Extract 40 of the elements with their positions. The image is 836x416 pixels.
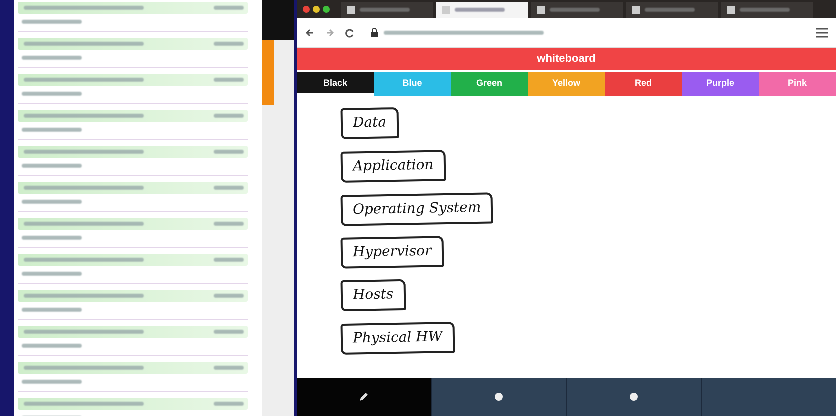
- back-icon[interactable]: [305, 28, 315, 38]
- handwritten-label: Hypervisor: [340, 236, 444, 269]
- browser-tab[interactable]: [531, 2, 623, 18]
- color-button[interactable]: Yellow: [528, 72, 605, 96]
- blurred-text-drawing: [22, 236, 82, 240]
- app-title: whiteboard: [297, 48, 836, 70]
- color-button[interactable]: Blue: [374, 72, 451, 96]
- handwritten-label: Physical HW: [340, 322, 455, 355]
- blurred-text-drawing: [22, 92, 82, 96]
- close-icon[interactable]: [303, 6, 310, 12]
- reload-icon[interactable]: [345, 28, 355, 38]
- blurred-text-drawing: [22, 164, 82, 168]
- color-button[interactable]: Purple: [682, 72, 759, 96]
- blurred-text-drawing: [22, 56, 82, 60]
- maximize-icon[interactable]: [323, 6, 330, 12]
- color-button[interactable]: Pink: [759, 72, 836, 96]
- menu-icon[interactable]: [816, 28, 828, 38]
- color-button[interactable]: Black: [297, 72, 374, 96]
- minimize-icon[interactable]: [313, 6, 320, 12]
- blurred-text-drawing: [22, 344, 82, 348]
- lock-icon: [371, 28, 378, 37]
- blurred-text-drawing: [22, 128, 82, 132]
- blurred-text-drawing: [22, 272, 82, 276]
- color-button[interactable]: Green: [451, 72, 528, 96]
- handwritten-label: Hosts: [340, 279, 406, 312]
- blurred-text-drawing: [22, 20, 82, 24]
- color-button[interactable]: Red: [605, 72, 682, 96]
- blurred-text-drawing: [22, 200, 82, 204]
- browser-tab[interactable]: [341, 2, 433, 18]
- blurred-text-drawing: [22, 308, 82, 312]
- blurred-text-drawing: [22, 380, 82, 384]
- browser-tab[interactable]: [721, 2, 813, 18]
- handwritten-label: Operating System: [340, 192, 494, 226]
- handwritten-label: Data: [340, 108, 399, 140]
- dot-icon: [495, 393, 503, 401]
- handwritten-label: Application: [340, 150, 446, 183]
- pencil-icon: [359, 392, 369, 402]
- dot-icon: [630, 393, 638, 401]
- panel-header: [262, 0, 294, 40]
- browser-tab[interactable]: [626, 2, 718, 18]
